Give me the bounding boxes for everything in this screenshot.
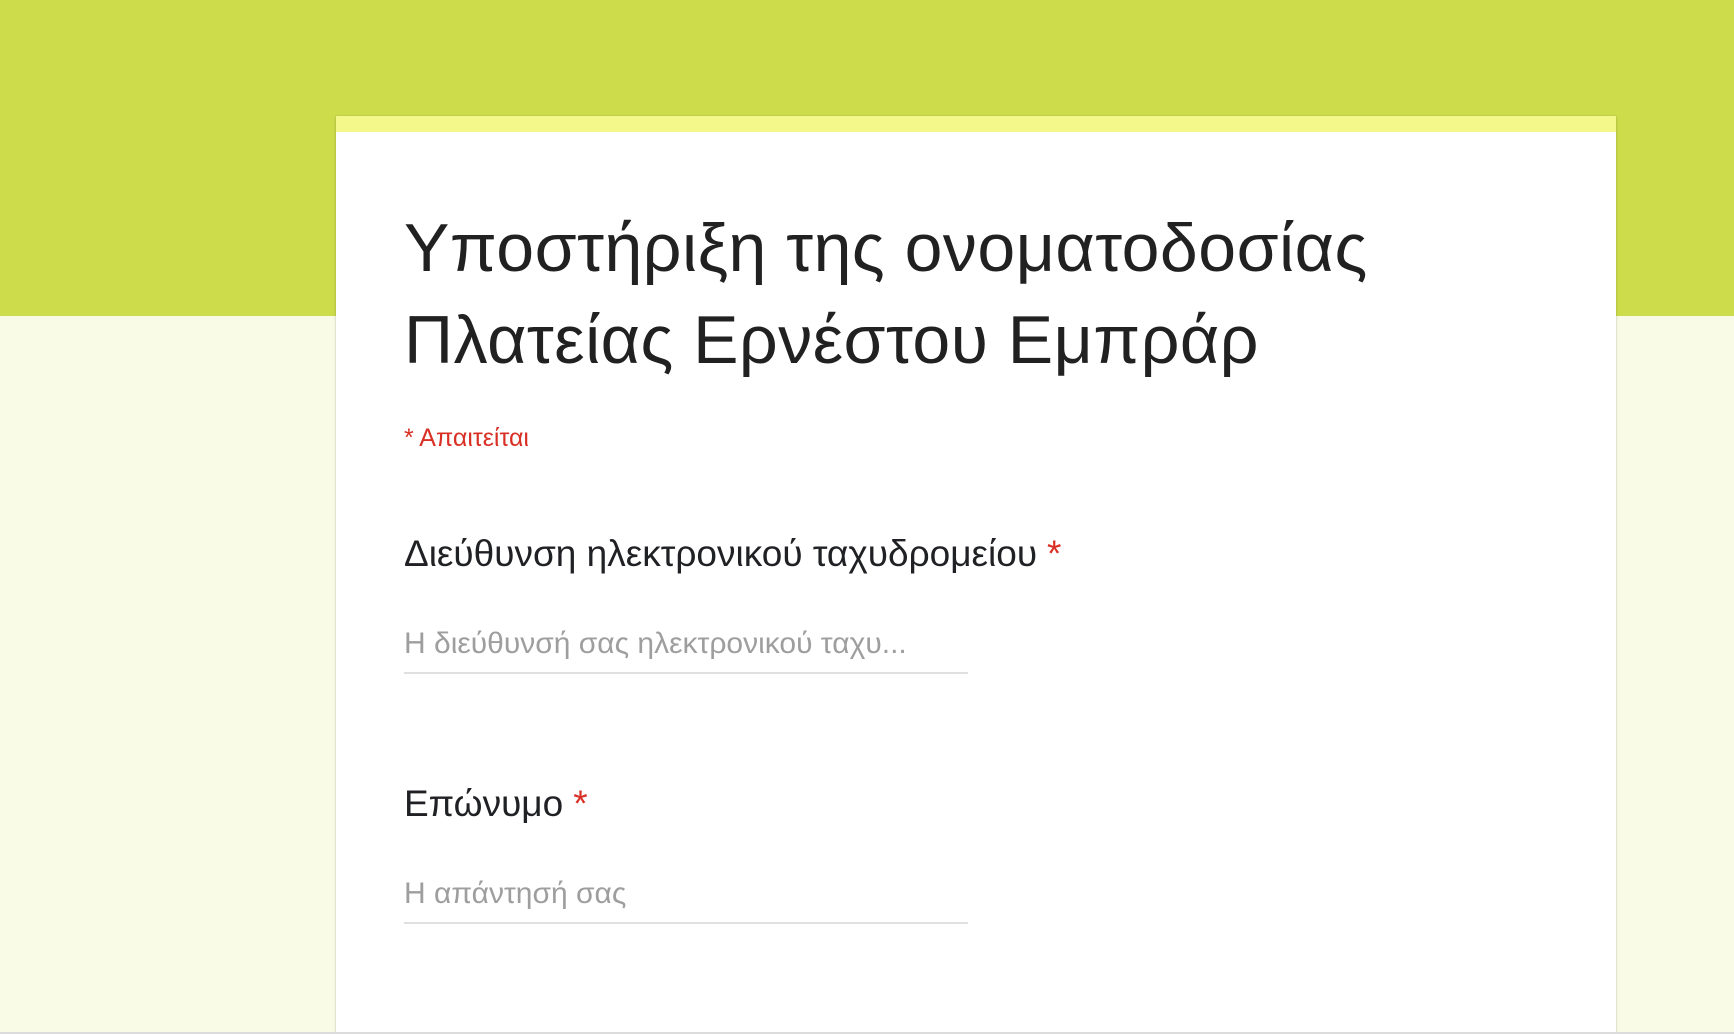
question-surname-label: Επώνυμο * [404, 780, 1504, 828]
required-asterisk: * [573, 783, 588, 824]
question-email-label: Διεύθυνση ηλεκτρονικού ταχυδρομείου * [404, 530, 1504, 578]
required-note: * Απαιτείται [404, 424, 529, 452]
form-title: Υποστήριξη της ονοματοδοσίας Πλατείας Ερ… [404, 202, 1554, 386]
form-title-line-1: Υποστήριξη της ονοματοδοσίας [404, 210, 1368, 286]
form-card: Υποστήριξη της ονοματοδοσίας Πλατείας Ερ… [336, 116, 1616, 1034]
question-surname: Επώνυμο * [404, 780, 1504, 924]
form-page: Υποστήριξη της ονοματοδοσίας Πλατείας Ερ… [0, 0, 1734, 1034]
form-title-line-2: Πλατείας Ερνέστου Εμπράρ [404, 302, 1259, 378]
required-asterisk: * [1047, 533, 1062, 574]
question-email-label-text: Διεύθυνση ηλεκτρονικού ταχυδρομείου [404, 533, 1038, 574]
question-email: Διεύθυνση ηλεκτρονικού ταχυδρομείου * [404, 530, 1504, 674]
question-surname-label-text: Επώνυμο [404, 783, 564, 824]
email-input[interactable] [404, 624, 968, 674]
surname-input[interactable] [404, 874, 968, 924]
card-accent-bar [336, 116, 1616, 132]
